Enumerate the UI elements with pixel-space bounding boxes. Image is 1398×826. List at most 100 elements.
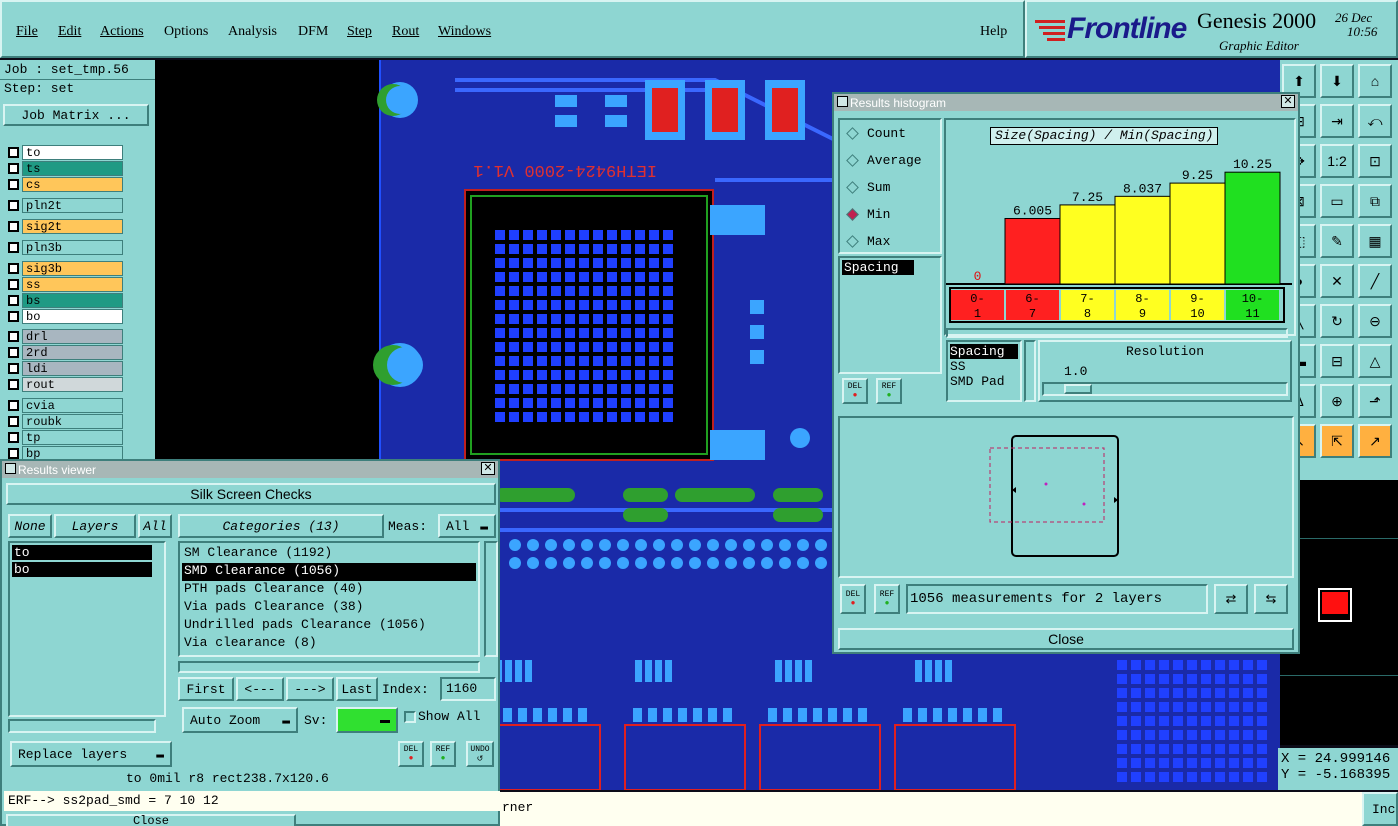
layer-row-to[interactable]: to (5, 145, 123, 160)
check-name-header[interactable]: Silk Screen Checks (6, 483, 496, 505)
ruler-icon[interactable]: ▦ (1358, 224, 1392, 258)
list-item[interactable]: Spacing (842, 260, 914, 275)
measure-list[interactable]: Spacing (838, 256, 942, 374)
next-button[interactable]: ---> (286, 677, 334, 701)
layer-row-ldi[interactable]: ldi (5, 361, 123, 376)
layer-checkbox[interactable] (8, 331, 19, 342)
layer-row-pln2t[interactable]: pln2t (5, 198, 123, 213)
stat-option-min[interactable]: Min (846, 207, 890, 222)
snap-icon[interactable]: ⬏ (1358, 384, 1392, 418)
radio-icon[interactable] (846, 181, 859, 194)
radio-icon[interactable] (846, 235, 859, 248)
layer-row-rout[interactable]: rout (5, 377, 123, 392)
layer-name[interactable]: tp (22, 430, 123, 445)
list-item[interactable]: bo (12, 562, 152, 577)
stat-option-sum[interactable]: Sum (846, 180, 890, 195)
resolution-slider[interactable] (1042, 382, 1288, 396)
category-item[interactable]: SM Clearance (1192) (182, 545, 476, 563)
layer-checkbox[interactable] (8, 242, 19, 253)
rect-icon[interactable]: ▭ (1320, 184, 1354, 218)
category-item[interactable]: SMD Clearance (1056) (182, 563, 476, 581)
del-button[interactable]: DEL ● (840, 584, 866, 614)
layer-name[interactable]: bs (22, 293, 123, 308)
layer-checkbox[interactable] (8, 279, 19, 290)
layer-name[interactable]: rout (22, 377, 123, 392)
categories-button[interactable]: Categories (13) (178, 514, 384, 538)
index-input[interactable]: 1160 (440, 677, 496, 701)
layer-checkbox[interactable] (8, 448, 19, 459)
layer-row-roubk[interactable]: roubk (5, 414, 123, 429)
prev-button[interactable]: <--- (236, 677, 284, 701)
category-item[interactable]: Via pads Clearance (38) (182, 599, 476, 617)
layer-row-drl[interactable]: drl (5, 329, 123, 344)
layer-checkbox[interactable] (8, 221, 19, 232)
layer-row-cvia[interactable]: cvia (5, 398, 123, 413)
layer-checkbox[interactable] (8, 432, 19, 443)
layer-row-pln3b[interactable]: pln3b (5, 240, 123, 255)
layer-name[interactable]: roubk (22, 414, 123, 429)
layer-checkbox[interactable] (8, 163, 19, 174)
import-icon[interactable]: ⇆ (1254, 584, 1288, 614)
box-icon[interactable]: ⊡ (1358, 144, 1392, 178)
chart-hscrollbar[interactable] (946, 328, 1288, 338)
layer-list-scrollbar[interactable] (8, 719, 156, 733)
layer-name[interactable]: pln2t (22, 198, 123, 213)
stat-option-count[interactable]: Count (846, 126, 906, 141)
layer-name[interactable]: sig2t (22, 219, 123, 234)
select-all-button[interactable]: All (138, 514, 172, 538)
layer-checkbox[interactable] (8, 179, 19, 190)
layer-row-cs[interactable]: cs (5, 177, 123, 192)
layer-row-sig2t[interactable]: sig2t (5, 219, 123, 234)
command-prompt[interactable]: rner (500, 792, 1362, 826)
window-menu-icon[interactable] (837, 96, 848, 107)
layer-checkbox[interactable] (8, 416, 19, 427)
layer-checkbox[interactable] (8, 400, 19, 411)
undo-icon[interactable]: ⤺ (1358, 104, 1392, 138)
layers-button[interactable]: Layers (54, 514, 136, 538)
arrow-icon[interactable]: ↗ (1358, 424, 1392, 458)
list-item[interactable]: Spacing (950, 344, 1018, 359)
export-icon[interactable]: ⇄ (1214, 584, 1248, 614)
layer-checkbox[interactable] (8, 311, 19, 322)
ref-button[interactable]: REF ● (874, 584, 900, 614)
layer-name[interactable]: ts (22, 161, 123, 176)
layer-checkbox[interactable] (8, 347, 19, 358)
menu-edit[interactable]: Edit (58, 24, 81, 40)
del-button[interactable]: DEL ● (842, 378, 868, 404)
show-all-checkbox[interactable] (404, 711, 416, 723)
layer-checkbox[interactable] (8, 295, 19, 306)
layer-row-sig3b[interactable]: sig3b (5, 261, 123, 276)
select-none-button[interactable]: None (8, 514, 52, 538)
stat-option-average[interactable]: Average (846, 153, 922, 168)
radio-icon[interactable] (846, 208, 859, 221)
layer-name[interactable]: 2rd (22, 345, 123, 360)
category-item[interactable]: Via clearance (8) (182, 635, 476, 653)
layer-name[interactable]: sig3b (22, 261, 123, 276)
menu-file[interactable]: File (16, 24, 38, 40)
plus-icon[interactable]: ⊕ (1320, 384, 1354, 418)
layer-checkbox[interactable] (8, 363, 19, 374)
ratio-icon[interactable]: 1:2 (1320, 144, 1354, 178)
job-matrix-button[interactable]: Job Matrix ... (3, 104, 149, 126)
layer-row-ss[interactable]: ss (5, 277, 123, 292)
radio-icon[interactable] (846, 154, 859, 167)
layer-checkbox[interactable] (8, 147, 19, 158)
layer-checkbox[interactable] (8, 200, 19, 211)
rotate-icon[interactable]: ↻ (1320, 304, 1354, 338)
close-icon[interactable]: ✕ (1281, 95, 1295, 108)
replace-layers-dropdown[interactable]: Replace layers ▬ (10, 741, 172, 767)
menu-step[interactable]: Step (347, 24, 372, 40)
layer-name[interactable]: ss (22, 277, 123, 292)
inc-button[interactable]: Inc (1362, 792, 1398, 826)
last-button[interactable]: Last (336, 677, 378, 701)
undo-button[interactable]: UNDO ↺ (466, 741, 494, 767)
layer-checkbox[interactable] (8, 379, 19, 390)
category-scrollbar[interactable] (484, 541, 498, 657)
radio-icon[interactable] (846, 127, 859, 140)
layer-row-bo[interactable]: bo (5, 309, 123, 324)
histogram-titlebar[interactable]: Results histogram ✕ (834, 94, 1298, 111)
list-item[interactable]: SMD Pad (950, 374, 1018, 389)
menu-actions[interactable]: Actions (100, 24, 144, 40)
ref-button[interactable]: REF ● (876, 378, 902, 404)
layer-row-2rd[interactable]: 2rd (5, 345, 123, 360)
